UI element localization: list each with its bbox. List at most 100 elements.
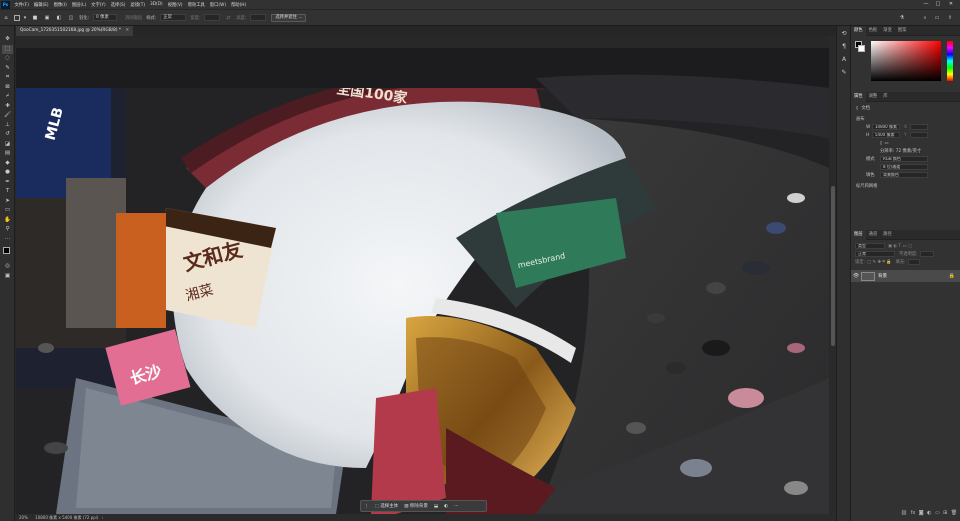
maximize-button[interactable]: □ — [933, 0, 943, 9]
intersect-selection-icon[interactable]: ◫ — [67, 14, 75, 22]
foreground-color-swatch[interactable] — [3, 247, 10, 254]
frame-tool-icon[interactable]: ⊠ — [2, 83, 13, 93]
canvas-height-field[interactable]: 5400 像素 — [872, 132, 900, 138]
menu-plugins[interactable]: 增效工具 — [185, 2, 207, 8]
tab-libraries[interactable]: 库 — [880, 92, 890, 102]
canvas-section-title[interactable]: 画布 — [856, 116, 865, 122]
canvas-x-field[interactable] — [910, 124, 928, 130]
brush-panel-icon[interactable]: ✎ — [839, 68, 849, 78]
crop-tool-icon[interactable]: ⌗ — [2, 73, 13, 83]
menu-help[interactable]: 帮助(H) — [229, 2, 249, 8]
tab-adjustments[interactable]: 调整 — [866, 92, 881, 102]
menu-filter[interactable]: 滤镜(T) — [128, 2, 148, 8]
fill-select[interactable]: 背景颜色 — [880, 172, 928, 178]
filter-icons[interactable]: ▣ ◐ T ▭ ▢ — [888, 244, 912, 249]
paragraph-panel-icon[interactable]: ¶ — [839, 42, 849, 52]
quick-select-tool-icon[interactable]: ✎ — [2, 64, 13, 74]
style-select[interactable]: 正常 — [160, 14, 187, 21]
screen-mode-icon[interactable]: ▣ — [2, 272, 13, 282]
delete-layer-icon[interactable]: 🗑 — [951, 510, 957, 519]
close-tab-icon[interactable]: ✕ — [125, 28, 129, 33]
tab-layers[interactable]: 图层 — [851, 229, 866, 240]
add-selection-icon[interactable]: ▣ — [43, 14, 51, 22]
canvas-width-field[interactable]: 10800 像素 — [872, 124, 900, 130]
menu-3d[interactable]: 3D(D) — [148, 2, 166, 7]
search-icon[interactable]: ⌕ — [921, 14, 929, 22]
blend-mode-select[interactable]: 正常 — [855, 251, 895, 257]
clone-stamp-icon[interactable]: ⊥ — [2, 121, 13, 131]
minimize-button[interactable]: — — [921, 0, 931, 9]
feather-input[interactable]: 0 像素 — [93, 14, 118, 21]
adjust-icon[interactable]: ◐ — [441, 504, 451, 509]
bit-depth-select[interactable]: 8 位/通道 — [880, 164, 928, 170]
new-selection-icon[interactable]: ■ — [31, 14, 39, 22]
share-icon[interactable]: ⇪ — [946, 14, 954, 22]
menu-image[interactable]: 图像(I) — [51, 2, 69, 8]
fill-opacity-field[interactable] — [907, 259, 920, 265]
history-panel-icon[interactable]: ⟲ — [839, 29, 849, 39]
canvas-area[interactable]: MLB 长沙 全国100家 文和友 湘菜 meetsbrand — [15, 36, 836, 514]
document-image[interactable]: MLB 长沙 全国100家 文和友 湘菜 meetsbrand — [16, 48, 829, 514]
tab-paths[interactable]: 路径 — [880, 230, 895, 240]
menu-edit[interactable]: 编辑(E) — [31, 2, 51, 8]
healing-brush-icon[interactable]: ✚ — [2, 102, 13, 112]
menu-select[interactable]: 选择(S) — [108, 2, 128, 8]
home-icon[interactable]: ⌂ — [2, 14, 10, 22]
dodge-tool-icon[interactable]: ● — [2, 168, 13, 178]
blur-tool-icon[interactable]: ◆ — [2, 159, 13, 169]
opacity-field[interactable] — [919, 251, 934, 257]
tab-swatches[interactable]: 色板 — [866, 26, 881, 36]
remove-background-button[interactable]: ▨ 移除背景 — [401, 503, 431, 509]
flask-icon[interactable]: ⚗ — [898, 14, 906, 22]
color-picker-field[interactable] — [871, 41, 941, 81]
orientation-portrait-icon[interactable]: ▯ — [880, 141, 882, 146]
visibility-eye-icon[interactable]: 👁 — [851, 273, 861, 279]
quick-mask-icon[interactable]: ◎ — [2, 262, 13, 272]
adjustment-layer-icon[interactable]: ◐ — [927, 510, 931, 519]
path-select-icon[interactable]: ➤ — [2, 197, 13, 207]
history-brush-icon[interactable]: ↺ — [2, 130, 13, 140]
workspace-icon[interactable]: ▭ — [933, 14, 941, 22]
zoom-tool-icon[interactable]: ⚲ — [2, 225, 13, 235]
tab-patterns[interactable]: 图案 — [895, 26, 910, 36]
layer-filter-select[interactable]: 类型 — [855, 243, 885, 249]
layer-row-background[interactable]: 👁 背景 🔒 — [851, 270, 960, 282]
transform-icon[interactable]: ⬓ — [431, 504, 441, 509]
marquee-preset-icon[interactable] — [13, 14, 20, 21]
new-group-icon[interactable]: ▭ — [935, 510, 940, 519]
link-layers-icon[interactable]: ⛓ — [901, 510, 907, 519]
lasso-tool-icon[interactable]: ◌ — [2, 54, 13, 64]
marquee-tool-icon[interactable]: ⬚ — [2, 44, 13, 54]
tab-channels[interactable]: 通道 — [866, 230, 881, 240]
brush-tool-icon[interactable]: 🖌 — [2, 111, 13, 121]
canvas-y-field[interactable] — [910, 132, 928, 138]
menu-view[interactable]: 视图(V) — [165, 2, 185, 8]
status-menu-icon[interactable]: › — [102, 515, 104, 520]
swap-icon[interactable]: ⇄ — [224, 14, 232, 22]
tab-properties[interactable]: 属性 — [851, 91, 866, 102]
eraser-tool-icon[interactable]: ◪ — [2, 140, 13, 150]
rulers-grids-section-title[interactable]: 标尺和网格 — [856, 183, 877, 189]
tab-gradients[interactable]: 渐变 — [880, 26, 895, 36]
antialias-checkbox[interactable]: 消除锯齿 — [125, 15, 142, 21]
new-layer-icon[interactable]: ⊞ — [943, 510, 947, 519]
close-window-button[interactable]: ✕ — [946, 0, 956, 9]
select-subject-button[interactable]: ⬚ 选择主体 — [372, 503, 402, 509]
pen-tool-icon[interactable]: ✒ — [2, 178, 13, 188]
drag-handle-icon[interactable]: ⋮ — [361, 504, 372, 509]
zoom-level[interactable]: 20% — [19, 515, 28, 520]
menu-window[interactable]: 窗口(W) — [207, 2, 228, 8]
eyedropper-tool-icon[interactable]: ⌿ — [2, 92, 13, 102]
layer-style-icon[interactable]: fx — [911, 510, 916, 519]
move-tool-icon[interactable]: ✥ — [2, 35, 13, 45]
hue-slider[interactable] — [947, 41, 953, 81]
orientation-landscape-icon[interactable]: ▭ — [884, 141, 888, 146]
hand-tool-icon[interactable]: ✋ — [2, 216, 13, 226]
height-input[interactable] — [250, 14, 267, 21]
vertical-scroll-thumb[interactable] — [831, 186, 835, 346]
layer-name[interactable]: 背景 — [878, 273, 887, 279]
select-and-mask-button[interactable]: 选择并遮住 ... — [271, 13, 307, 22]
gradient-tool-icon[interactable]: ▤ — [2, 149, 13, 159]
menu-layer[interactable]: 图层(L) — [69, 2, 88, 8]
type-tool-icon[interactable]: T — [2, 187, 13, 197]
